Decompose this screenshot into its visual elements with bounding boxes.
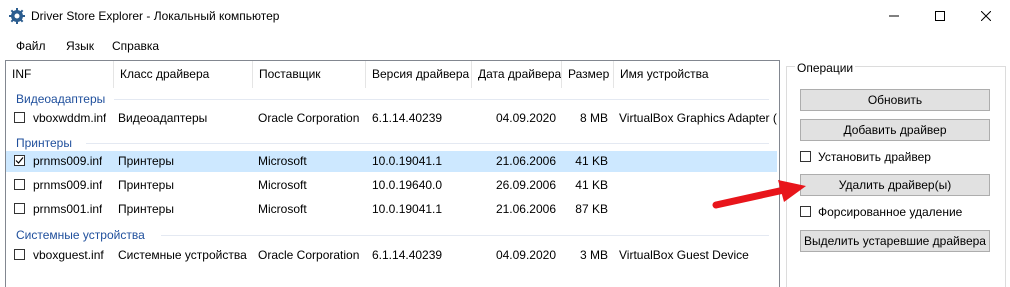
select-old-drivers-button[interactable]: Выделить устаревшие драйвера xyxy=(800,230,990,252)
cell-device: VirtualBox Guest Device xyxy=(619,248,749,262)
menu-language[interactable]: Язык xyxy=(66,39,94,53)
cell-size: 41 KB xyxy=(575,178,608,192)
delete-driver-button[interactable]: Удалить драйвер(ы) xyxy=(800,174,990,196)
minimize-button[interactable] xyxy=(871,0,917,31)
cell-date: 21.06.2006 xyxy=(495,202,556,216)
cell-size: 41 KB xyxy=(575,154,608,168)
force-delete-label[interactable]: Форсированное удаление xyxy=(818,205,962,219)
group-divider xyxy=(114,99,769,100)
row-checkbox[interactable] xyxy=(14,179,25,190)
menu-bar: Файл Язык Справка xyxy=(0,31,1010,58)
menu-file[interactable]: Файл xyxy=(16,39,46,53)
cell-inf: prnms009.inf xyxy=(33,178,103,192)
red-arrow-icon xyxy=(712,180,806,209)
table-row[interactable]: vboxguest.inf Системные устройства Oracl… xyxy=(6,245,777,266)
cell-size: 3 MB xyxy=(579,248,608,262)
column-vendor[interactable]: Поставщик xyxy=(253,61,366,88)
cell-size: 87 KB xyxy=(575,202,608,216)
refresh-button[interactable]: Обновить xyxy=(800,89,990,111)
table-row[interactable]: vboxwddm.inf Видеоадаптеры Oracle Corpor… xyxy=(6,108,777,129)
sort-ascending-icon: ^ xyxy=(186,60,190,65)
cell-class: Принтеры xyxy=(118,178,174,192)
column-inf[interactable]: INF xyxy=(6,61,114,88)
cell-version: 10.0.19640.0 xyxy=(372,178,443,192)
cell-class: Принтеры xyxy=(118,202,174,216)
cell-version: 10.0.19041.1 xyxy=(372,154,443,168)
cell-vendor: Microsoft xyxy=(258,178,307,192)
cell-vendor: Microsoft xyxy=(258,202,307,216)
column-version[interactable]: Версия драйвера xyxy=(366,61,472,88)
install-driver-checkbox[interactable] xyxy=(800,151,811,162)
cell-device: VirtualBox Graphics Adapter (V xyxy=(619,111,777,125)
row-checkbox[interactable] xyxy=(14,155,25,166)
table-row[interactable]: prnms009.inf Принтеры Microsoft 10.0.190… xyxy=(6,151,777,172)
close-icon xyxy=(981,10,991,21)
cell-vendor: Oracle Corporation xyxy=(258,248,360,262)
gear-icon xyxy=(9,8,25,24)
cell-class: Видеоадаптеры xyxy=(118,111,208,125)
cell-vendor: Oracle Corporation xyxy=(258,111,360,125)
cell-date: 21.06.2006 xyxy=(495,154,556,168)
cell-inf: prnms001.inf xyxy=(33,202,103,216)
row-checkbox[interactable] xyxy=(14,112,25,123)
driver-list[interactable]: INF Класс драйвера ^ Поставщик Версия др… xyxy=(5,60,780,287)
group-divider xyxy=(161,235,769,236)
column-date[interactable]: Дата драйвера xyxy=(472,61,562,88)
cell-date: 04.09.2020 xyxy=(495,111,556,125)
cell-inf: vboxwddm.inf xyxy=(33,111,107,125)
group-header: Системные устройства xyxy=(16,228,145,242)
maximize-button[interactable] xyxy=(917,0,963,31)
cell-inf: vboxguest.inf xyxy=(33,248,104,262)
row-checkbox[interactable] xyxy=(14,249,25,260)
checkmark-icon xyxy=(15,157,24,164)
cell-version: 6.1.14.40239 xyxy=(372,111,443,125)
menu-help[interactable]: Справка xyxy=(112,39,159,53)
maximize-icon xyxy=(935,10,945,21)
cell-inf: prnms009.inf xyxy=(33,154,103,168)
column-device[interactable]: Имя устройства xyxy=(614,61,779,88)
cell-date: 04.09.2020 xyxy=(495,248,556,262)
cell-version: 6.1.14.40239 xyxy=(372,248,443,262)
table-row[interactable]: prnms001.inf Принтеры Microsoft 10.0.190… xyxy=(6,199,777,220)
column-size[interactable]: Размер xyxy=(562,61,614,88)
cell-class: Принтеры xyxy=(118,154,174,168)
minimize-icon xyxy=(889,15,899,16)
cell-date: 26.09.2006 xyxy=(495,178,556,192)
install-driver-label[interactable]: Установить драйвер xyxy=(818,150,931,164)
group-header: Принтеры xyxy=(16,136,72,150)
cell-version: 10.0.19041.1 xyxy=(372,202,443,216)
operations-title: Операции xyxy=(795,61,856,75)
add-driver-button[interactable]: Добавить драйвер xyxy=(800,119,990,141)
group-header: Видеоадаптеры xyxy=(16,92,106,106)
close-button[interactable] xyxy=(963,0,1009,31)
cell-vendor: Microsoft xyxy=(258,154,307,168)
table-row[interactable]: prnms009.inf Принтеры Microsoft 10.0.196… xyxy=(6,175,777,196)
title-bar: Driver Store Explorer - Локальный компью… xyxy=(0,0,1010,31)
cell-class: Системные устройства xyxy=(118,248,247,262)
row-checkbox[interactable] xyxy=(14,203,25,214)
column-class[interactable]: Класс драйвера xyxy=(114,61,253,88)
cell-size: 8 MB xyxy=(579,111,608,125)
group-divider xyxy=(86,143,769,144)
window-title: Driver Store Explorer - Локальный компью… xyxy=(31,9,280,23)
